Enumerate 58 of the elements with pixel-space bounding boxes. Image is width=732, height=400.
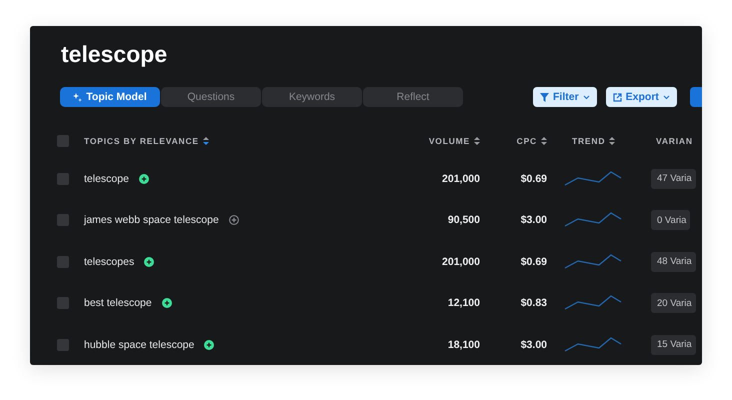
volume-value: 201,000 bbox=[441, 172, 480, 185]
cpc-value: $3.00 bbox=[520, 338, 547, 351]
volume-value: 12,100 bbox=[446, 297, 480, 310]
external-link-icon bbox=[612, 92, 622, 102]
filter-button[interactable]: Filter bbox=[533, 87, 597, 107]
cpc-value: $3.00 bbox=[520, 214, 547, 226]
row-checkbox[interactable] bbox=[57, 214, 69, 226]
add-icon[interactable] bbox=[138, 174, 149, 184]
sort-icon[interactable] bbox=[474, 136, 480, 146]
add-icon[interactable] bbox=[162, 298, 172, 308]
topic-name: telescope bbox=[84, 172, 129, 185]
topic-name: james webb space telescope bbox=[84, 214, 219, 226]
column-header: VOLUME bbox=[428, 136, 470, 146]
page-title: telescope bbox=[61, 40, 168, 68]
column-header: CPC bbox=[516, 136, 537, 146]
variants-badge[interactable]: 47 Varia bbox=[651, 168, 696, 189]
volume-value: 90,500 bbox=[446, 214, 480, 226]
sort-icon[interactable] bbox=[609, 136, 616, 146]
variants-badge[interactable]: 15 Varia bbox=[651, 334, 696, 355]
variants-badge[interactable]: 20 Varia bbox=[651, 293, 696, 314]
volume-value: 201,000 bbox=[441, 256, 480, 268]
topic-name: hubble space telescope bbox=[84, 338, 194, 351]
row-checkbox[interactable] bbox=[57, 338, 69, 351]
trend-sparkline bbox=[564, 170, 622, 187]
tab[interactable]: Keywords bbox=[262, 87, 362, 107]
tab[interactable]: Reflect bbox=[363, 87, 463, 107]
cpc-value: $0.83 bbox=[520, 297, 547, 310]
row-checkbox[interactable] bbox=[57, 172, 69, 185]
tab[interactable]: Topic Model bbox=[60, 87, 160, 107]
column-header: TOPICS BY RELEVANCE bbox=[84, 136, 199, 146]
cpc-value: $0.69 bbox=[520, 256, 547, 268]
add-icon[interactable] bbox=[228, 215, 239, 226]
column-header: VARIAN bbox=[656, 136, 693, 146]
variants-badge[interactable]: 0 Varia bbox=[651, 210, 690, 230]
add-icon[interactable] bbox=[144, 256, 154, 267]
funnel-icon bbox=[540, 92, 549, 102]
trend-sparkline bbox=[564, 254, 622, 270]
variants-badge[interactable]: 48 Varia bbox=[651, 252, 696, 272]
sparkle-icon bbox=[73, 92, 82, 102]
select-all-checkbox[interactable] bbox=[57, 135, 69, 147]
topic-name: best telescope bbox=[84, 297, 152, 310]
sort-icon[interactable] bbox=[541, 136, 547, 146]
topic-name: telescopes bbox=[84, 256, 134, 268]
export-button[interactable]: Export bbox=[606, 87, 677, 107]
volume-value: 18,100 bbox=[446, 338, 480, 351]
column-header: TREND bbox=[572, 136, 606, 146]
row-checkbox[interactable] bbox=[57, 297, 69, 310]
row-checkbox[interactable] bbox=[57, 256, 69, 268]
tab[interactable]: Questions bbox=[161, 87, 261, 107]
trend-sparkline bbox=[564, 336, 622, 353]
trend-sparkline bbox=[564, 295, 622, 312]
trend-sparkline bbox=[564, 212, 622, 228]
sort-icon[interactable] bbox=[202, 136, 209, 146]
cpc-value: $0.69 bbox=[520, 172, 547, 185]
chevron-down-icon bbox=[582, 94, 590, 100]
action-button[interactable] bbox=[690, 87, 702, 107]
add-icon[interactable] bbox=[204, 340, 214, 350]
chevron-down-icon bbox=[662, 94, 670, 100]
